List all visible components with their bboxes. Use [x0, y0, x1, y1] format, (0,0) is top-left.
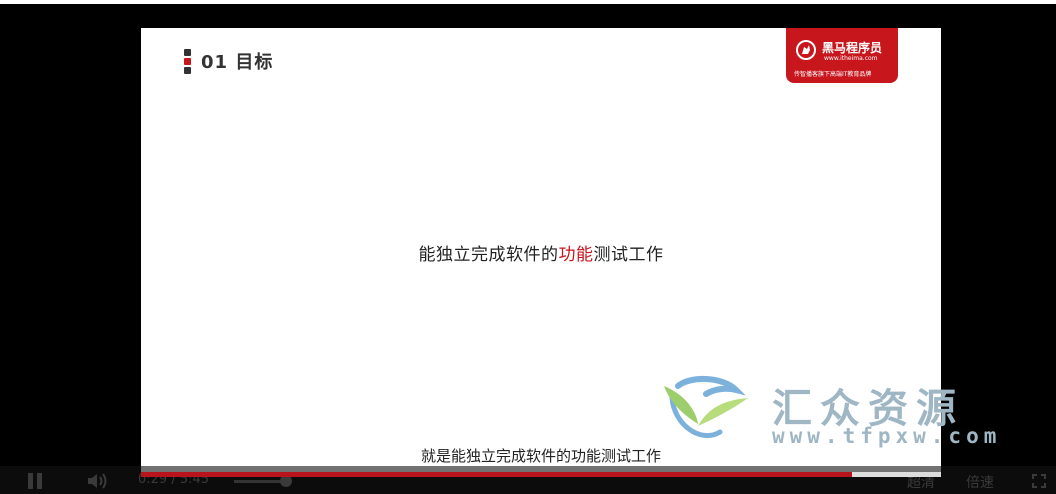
- speed-button[interactable]: 倍速: [966, 472, 994, 492]
- main-text-highlight: 功能: [558, 245, 594, 265]
- brand-slogan: 传智播客旗下高端IT教育品牌: [794, 71, 872, 78]
- slide-main-text: 能独立完成软件的功能测试工作: [141, 240, 941, 265]
- progress-bar[interactable]: [141, 472, 941, 477]
- horse-logo-icon: [796, 40, 816, 60]
- section-marker-icon: [184, 48, 191, 74]
- brand-logo: 黑马程序员 www.itheima.com 传智播客旗下高端IT教育品牌: [786, 28, 898, 83]
- player-control-bar: 0:29 / 5:45 超清 倍速: [0, 466, 1056, 494]
- progress-fill: [141, 472, 853, 477]
- section-title-text: 目标: [235, 52, 274, 73]
- volume-icon[interactable]: [86, 472, 110, 494]
- top-strip: [0, 0, 1056, 4]
- brand-name: 黑马程序员: [822, 41, 883, 55]
- watermark-url: www.tfpxw.com: [772, 424, 1002, 448]
- watermark-logo-icon: [664, 375, 748, 439]
- section-title: 01 目标: [201, 48, 273, 74]
- section-header: 01 目标: [184, 48, 273, 74]
- section-number: 01: [201, 52, 229, 73]
- brand-url: www.itheima.com: [824, 55, 878, 62]
- fullscreen-icon[interactable]: [1032, 474, 1046, 488]
- watermark: 汇众资源 www.tfpxw.com: [660, 372, 1056, 452]
- main-text-after: 测试工作: [593, 245, 664, 265]
- pause-icon[interactable]: [28, 473, 44, 489]
- main-text-before: 能独立完成软件的: [418, 245, 559, 265]
